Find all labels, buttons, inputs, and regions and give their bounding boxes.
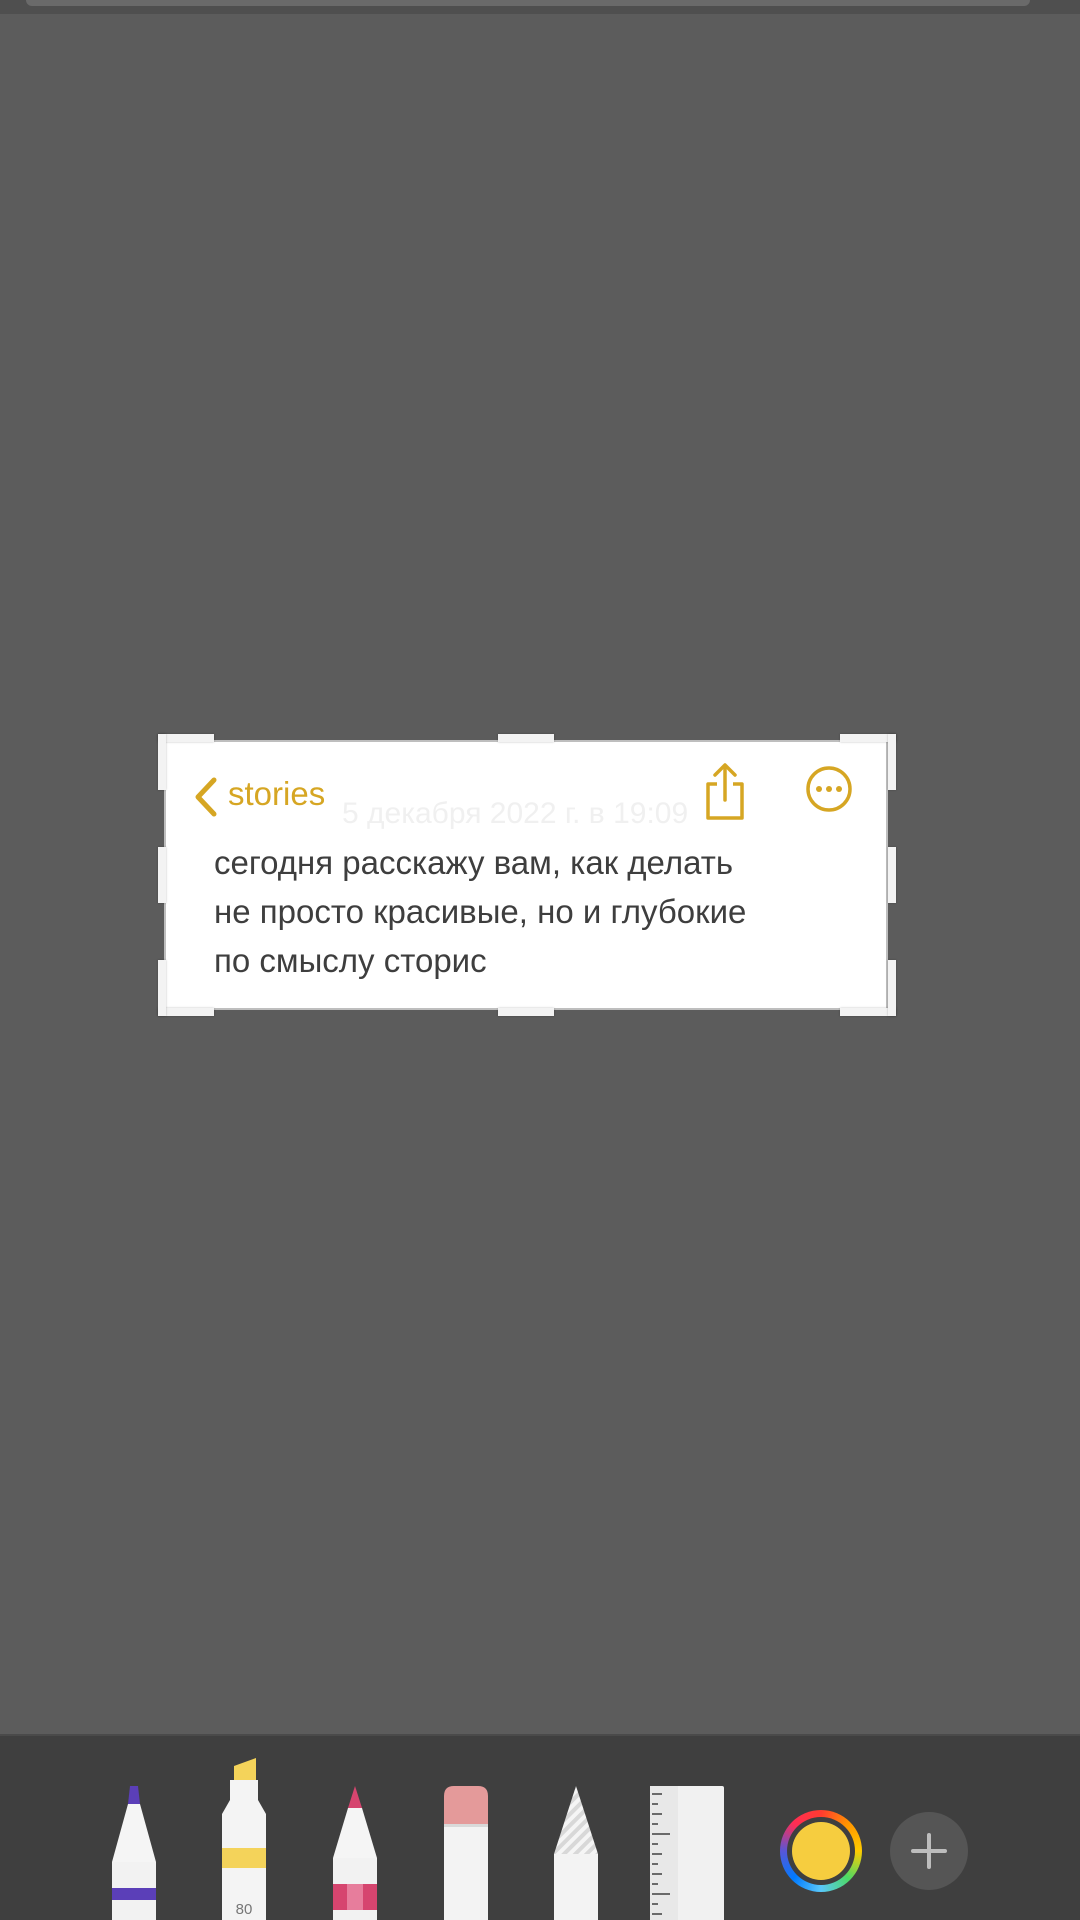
plus-icon [911, 1833, 947, 1869]
marker-tool[interactable]: 80 [220, 1756, 268, 1920]
pencil-icon [333, 1786, 377, 1920]
note-line: не просто красивые, но и глубокие [214, 893, 747, 930]
crop-handle-bottom[interactable] [498, 1008, 554, 1016]
crop-handle-bottom-left-h[interactable] [158, 1008, 214, 1016]
marker-label: 80 [236, 1901, 253, 1918]
crop-handle-left[interactable] [158, 847, 166, 903]
note-screenshot: stories 5 декабря 2022 г. в 19:09 сегодн… [166, 742, 886, 1008]
add-button[interactable] [890, 1812, 968, 1890]
pencil-tool[interactable] [331, 1784, 379, 1920]
color-ring-gap [787, 1817, 855, 1885]
crop-handle-bottom-right-v[interactable] [888, 960, 896, 1016]
chevron-left-icon [195, 777, 217, 817]
pen-tool[interactable] [110, 1782, 158, 1920]
lasso-tool[interactable] [552, 1784, 600, 1920]
note-line: сегодня расскажу вам, как делать [214, 844, 734, 881]
selected-color-swatch [792, 1822, 850, 1880]
markup-canvas[interactable]: stories 5 декабря 2022 г. в 19:09 сегодн… [0, 0, 1080, 1920]
crop-handle-top-right-v[interactable] [888, 734, 896, 790]
crop-handle-top-left-h[interactable] [158, 734, 214, 742]
lasso-icon [554, 1786, 598, 1920]
crop-handle-right[interactable] [888, 847, 896, 903]
note-line: по смыслу сторис [214, 942, 487, 979]
top-bar [0, 0, 1080, 14]
ruler-icon [650, 1786, 724, 1920]
note-body: сегодня расскажу вам, как делать не прос… [214, 838, 854, 985]
eraser-tool[interactable] [442, 1784, 490, 1920]
marker-icon: 80 [222, 1758, 266, 1920]
crop-frame[interactable]: stories 5 декабря 2022 г. в 19:09 сегодн… [158, 734, 896, 1016]
crop-handle-bottom-left-v[interactable] [158, 960, 166, 1016]
color-picker-button[interactable] [780, 1810, 862, 1892]
ruler-tool[interactable] [648, 1784, 726, 1920]
markup-toolbar: 80 [0, 1734, 1080, 1920]
share-icon [706, 763, 744, 820]
pen-icon [112, 1786, 156, 1920]
eraser-icon [444, 1786, 488, 1920]
top-bar-edge [26, 0, 1030, 6]
crop-handle-top-left-v[interactable] [158, 734, 166, 790]
crop-handle-top[interactable] [498, 734, 554, 742]
back-label: stories [228, 775, 326, 812]
note-date: 5 декабря 2022 г. в 19:09 [342, 797, 689, 830]
more-options-icon [806, 766, 852, 812]
